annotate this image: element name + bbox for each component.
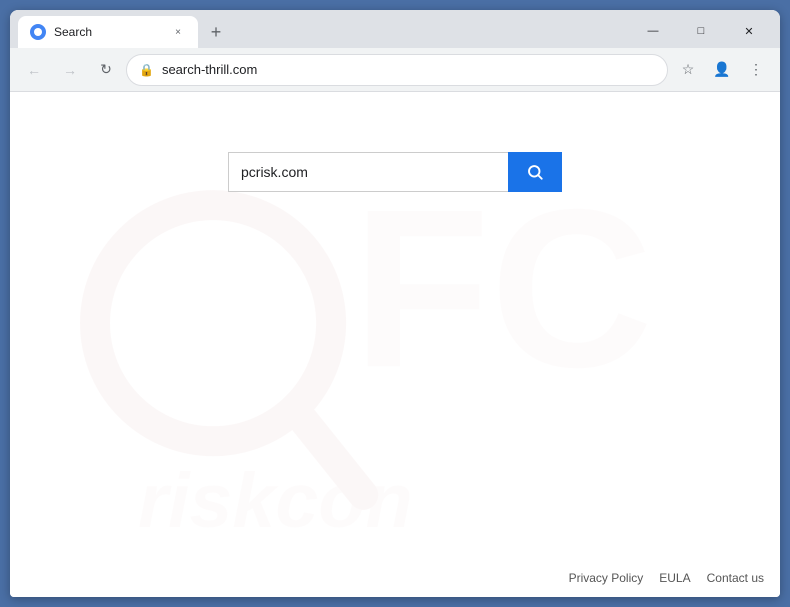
menu-button[interactable]: ⋮: [740, 54, 772, 86]
svg-text:FC: FC: [352, 162, 652, 414]
lock-icon: 🔒: [139, 63, 154, 77]
toolbar-actions: ☆ 👤 ⋮: [672, 54, 772, 86]
eula-link[interactable]: EULA: [659, 571, 690, 585]
privacy-policy-link[interactable]: Privacy Policy: [569, 571, 644, 585]
svg-text:riskcon: riskcon: [137, 458, 412, 544]
tab-title: Search: [54, 25, 162, 39]
browser-toolbar: ← → ↻ 🔒 search-thrill.com ☆ 👤 ⋮: [10, 48, 780, 92]
bookmark-button[interactable]: ☆: [672, 54, 704, 86]
footer-links: Privacy Policy EULA Contact us: [569, 571, 764, 585]
forward-button[interactable]: →: [54, 54, 86, 86]
new-tab-button[interactable]: +: [202, 18, 230, 46]
address-bar[interactable]: 🔒 search-thrill.com: [126, 54, 668, 86]
close-button[interactable]: ✕: [726, 18, 772, 44]
tab-close-button[interactable]: ×: [170, 24, 186, 40]
maximize-button[interactable]: □: [678, 18, 724, 44]
back-button[interactable]: ←: [18, 54, 50, 86]
tab-favicon-icon: [30, 24, 46, 40]
contact-us-link[interactable]: Contact us: [707, 571, 764, 585]
browser-tab[interactable]: Search ×: [18, 16, 198, 48]
title-bar: Search × + — □ ✕: [10, 10, 780, 48]
search-container: [228, 152, 562, 192]
browser-window: Search × + — □ ✕ ← → ↻ 🔒 search-thrill.c…: [10, 10, 780, 597]
profile-button[interactable]: 👤: [706, 54, 738, 86]
watermark-svg: FC riskcon: [49, 130, 742, 559]
window-controls: — □ ✕: [630, 18, 772, 44]
search-button[interactable]: [508, 152, 562, 192]
reload-button[interactable]: ↻: [90, 54, 122, 86]
address-text: search-thrill.com: [162, 62, 655, 77]
search-icon: [526, 163, 544, 181]
minimize-button[interactable]: —: [630, 18, 676, 44]
search-input[interactable]: [228, 152, 508, 192]
page-content: FC riskcon Privacy Policy EULA Contact u…: [10, 92, 780, 597]
